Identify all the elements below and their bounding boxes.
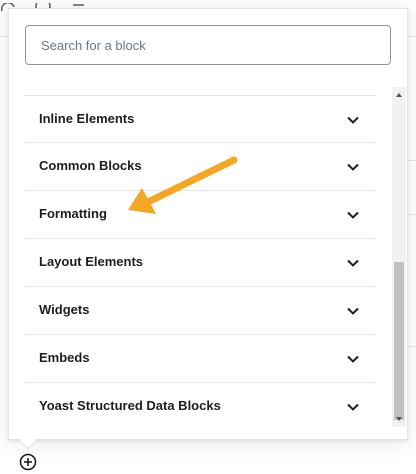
chevron-down-icon <box>347 163 359 171</box>
chevron-down-icon <box>347 403 359 411</box>
inserter-search-area <box>9 9 407 87</box>
category-panel-layout-elements[interactable]: Layout Elements <box>25 239 375 287</box>
category-panel-embeds[interactable]: Embeds <box>25 335 375 383</box>
plus-circle-icon[interactable] <box>18 452 38 472</box>
category-panel-yoast-structured-data-blocks[interactable]: Yoast Structured Data Blocks <box>25 383 375 427</box>
panel-label: Formatting <box>39 206 107 221</box>
category-panel-common-blocks[interactable]: Common Blocks <box>25 143 375 191</box>
panel-label: Yoast Structured Data Blocks <box>39 398 221 413</box>
block-search-input[interactable] <box>25 25 391 65</box>
scroll-up-arrow-icon[interactable] <box>394 90 404 100</box>
panel-label: Embeds <box>39 350 90 365</box>
category-panel-widgets[interactable]: Widgets <box>25 287 375 335</box>
panel-label: Common Blocks <box>39 158 142 173</box>
block-category-list: Inline Elements Common Blocks Formatting… <box>9 87 393 427</box>
scrollbar-thumb[interactable] <box>394 262 404 420</box>
category-panel-inline-elements[interactable]: Inline Elements <box>25 95 375 143</box>
chevron-down-icon <box>347 307 359 315</box>
inserter-scrollbar[interactable] <box>392 87 406 427</box>
category-panel-formatting[interactable]: Formatting <box>25 191 375 239</box>
panel-label: Inline Elements <box>39 111 135 126</box>
block-inserter-popover: Inline Elements Common Blocks Formatting… <box>8 8 408 440</box>
chevron-down-icon <box>347 211 359 219</box>
panel-label: Widgets <box>39 302 90 317</box>
scroll-down-arrow-icon[interactable] <box>394 414 404 424</box>
chevron-down-icon <box>347 259 359 267</box>
panel-label: Layout Elements <box>39 254 144 269</box>
chevron-down-icon <box>347 355 359 363</box>
chevron-down-icon <box>347 116 359 124</box>
